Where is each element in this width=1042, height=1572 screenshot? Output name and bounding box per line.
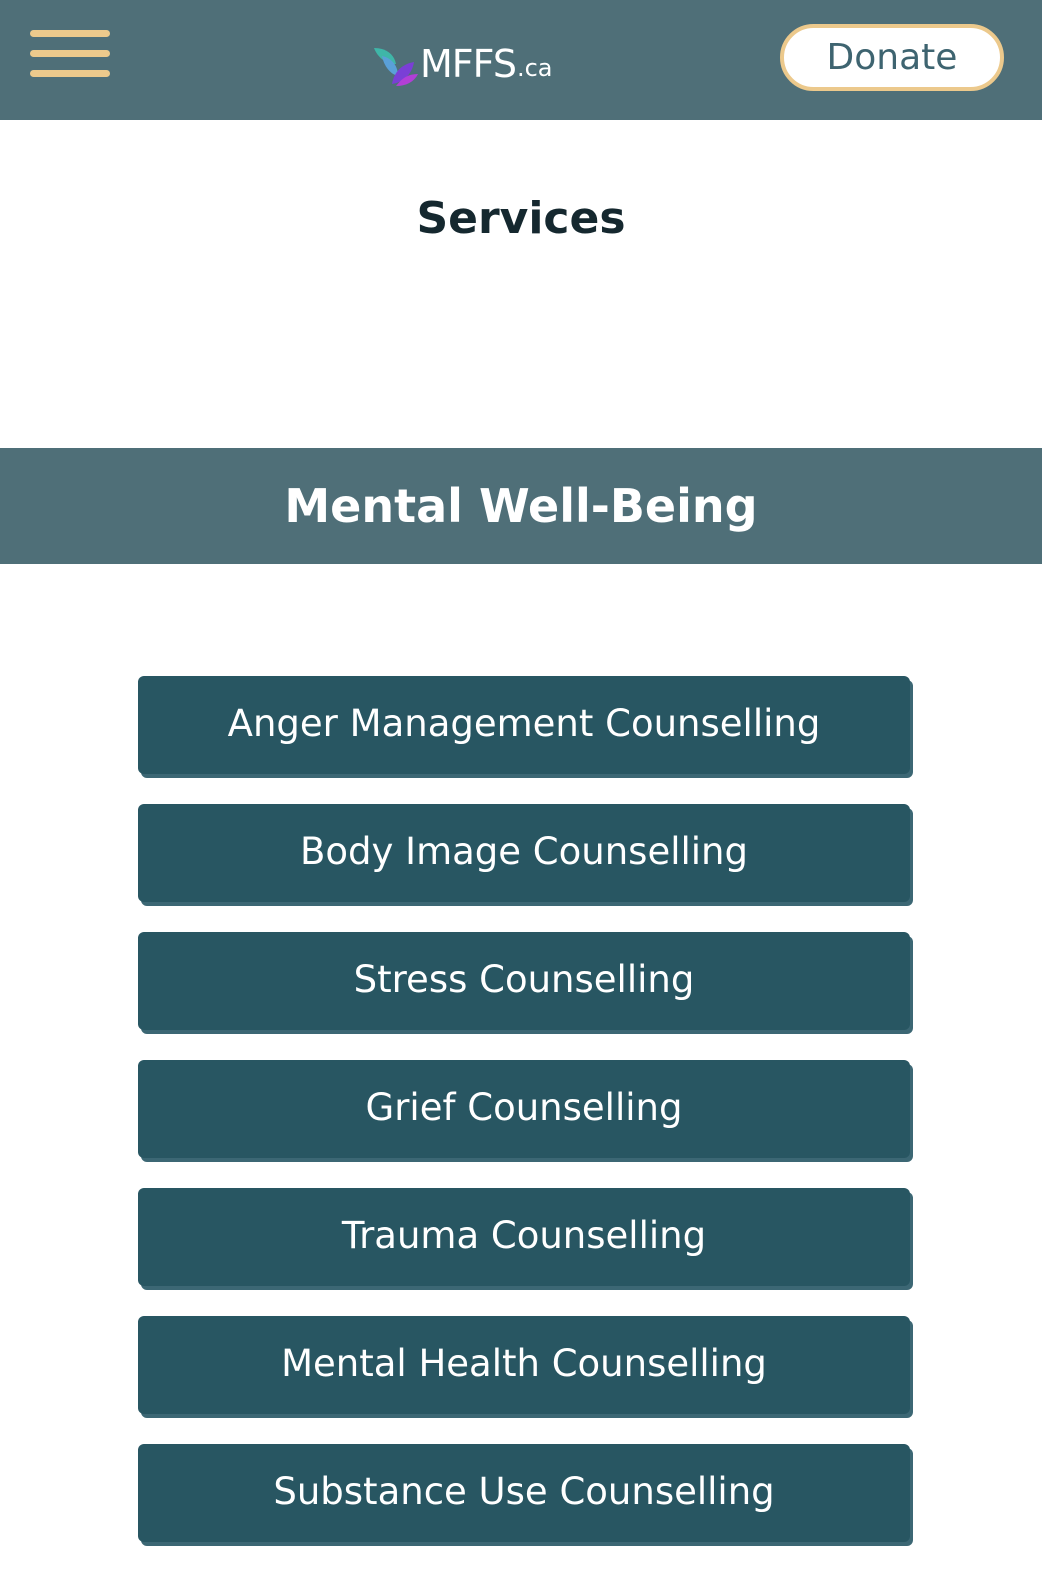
service-button-mental-health[interactable]: Mental Health Counselling	[138, 1316, 910, 1414]
logo-leaf-icon	[374, 48, 418, 86]
menu-bar	[30, 30, 110, 37]
donate-button[interactable]: Donate	[780, 24, 1004, 91]
service-button-stress[interactable]: Stress Counselling	[138, 932, 910, 1030]
logo-suffix: .ca	[516, 54, 553, 82]
service-list: Anger Management Counselling Body Image …	[138, 676, 910, 1572]
menu-bar	[30, 70, 110, 77]
site-logo[interactable]: MFFS .ca	[372, 36, 553, 86]
service-button-body-image[interactable]: Body Image Counselling	[138, 804, 910, 902]
site-header: MFFS .ca Donate	[0, 0, 1042, 120]
section-banner: Mental Well-Being	[0, 448, 1042, 564]
section-title: Mental Well-Being	[284, 479, 758, 533]
logo-text: MFFS	[420, 42, 517, 86]
page-title: Services	[416, 193, 626, 244]
hamburger-menu-icon[interactable]	[30, 30, 110, 78]
service-button-anger-management[interactable]: Anger Management Counselling	[138, 676, 910, 774]
service-button-substance-use[interactable]: Substance Use Counselling	[138, 1444, 910, 1542]
menu-bar	[30, 50, 110, 57]
service-button-grief[interactable]: Grief Counselling	[138, 1060, 910, 1158]
service-button-trauma[interactable]: Trauma Counselling	[138, 1188, 910, 1286]
